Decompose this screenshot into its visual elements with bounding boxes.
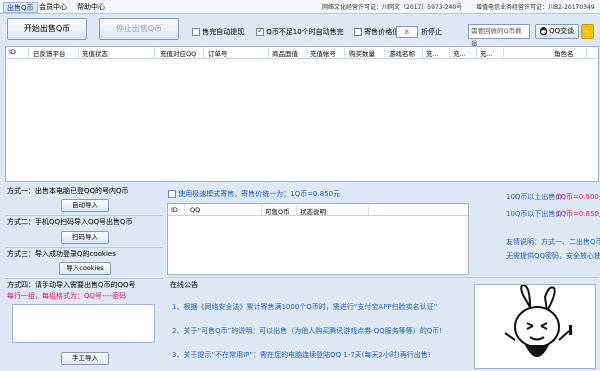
col-truncated-3[interactable]: 充...	[480, 48, 493, 58]
manual-import-button[interactable]: 手工导入	[61, 352, 109, 365]
discount-input[interactable]: 8	[396, 26, 418, 38]
tip-line-2: 无需提供QQ密码，安全放心使用	[506, 252, 600, 260]
col-feedback-platform[interactable]: 已反馈平台	[33, 48, 66, 58]
col-id[interactable]: ID	[9, 48, 16, 56]
discount-suffix: 折停止	[421, 28, 442, 36]
auto-withdraw-option[interactable]: 售完自动提现	[192, 27, 244, 37]
rabbit-mascot-icon	[504, 285, 572, 357]
acct-col-qq[interactable]: QQ	[190, 206, 200, 214]
fast-mode-option[interactable]: 使用极速模式寄售，寄售价统一为：1Q币=0.850元	[168, 189, 340, 199]
col-order-number[interactable]: 订单号	[208, 48, 228, 58]
auto-import-button[interactable]: 自动导入	[61, 199, 109, 212]
price-below-checkbox[interactable]	[354, 28, 362, 36]
notice-panel: 在线公告 1、根据《网络安全法》累计寄售满1000个Q币时，需进行“支付宝APP…	[167, 279, 469, 370]
col-recharge-account[interactable]: 充值帐号	[310, 48, 336, 58]
mascot-image	[474, 284, 596, 369]
order-table: ID 已反馈平台 充值状态 充值对应QQ 订单号 商品面值 充值帐号 购买数量 …	[5, 46, 599, 182]
method-2-title: 方式二：手机QQ扫码导入QQ号出售Q币	[7, 218, 133, 226]
telecom-license: 增值电信业务经营许可证：川B2-20170349	[476, 4, 595, 11]
price-panel: 10Q币以上出售价： 1Q币=0.900元 10Q币以下出售价： 1Q币=0.8…	[472, 184, 600, 276]
auto-complete-checkbox[interactable]	[256, 26, 264, 36]
notice-line-1: 1、根据《网络安全法》累计寄售满1000个Q币时，需进行“支付宝APP扫脸实名认…	[172, 303, 438, 311]
notice-title: 在线公告	[170, 281, 198, 289]
col-truncated-2[interactable]: 充...	[453, 48, 466, 58]
menu-item-help-center[interactable]: 帮助中心	[74, 2, 108, 13]
net-culture-license: 网络文化经营许可证：川网文（2017）5973-240号	[322, 4, 463, 11]
col-recharge-status[interactable]: 充值状态	[82, 48, 108, 58]
qq-chat-button[interactable]: QQ交谈	[535, 24, 579, 39]
method-1-title: 方式一：出售本电脑已登QQ的号内Q币	[7, 187, 129, 195]
account-table: ID QQ 可售Q币 状态说明	[167, 203, 469, 275]
scan-import-button[interactable]: 扫码导入	[61, 231, 109, 244]
import-cookies-button[interactable]: 导入cookies	[59, 262, 111, 275]
acct-col-id[interactable]: ID	[171, 206, 178, 214]
col-truncated-1[interactable]: 充...	[426, 48, 439, 58]
method-3-title: 方式三：导入成功登录Q的cookies	[7, 250, 116, 258]
recycle-amount-input[interactable]: 需要回收的Q币数量	[468, 24, 530, 48]
price-above-value: 1Q币=0.900元	[556, 193, 600, 201]
fast-mode-checkbox[interactable]	[168, 190, 176, 198]
account-table-header: ID QQ 可售Q币 状态说明	[168, 204, 468, 216]
method-4-title: 方式四：请手动导入需要出售Q币的QQ号	[7, 281, 136, 289]
stop-selling-button[interactable]: 停止出售Q币	[99, 18, 179, 40]
menu-item-sell-qb[interactable]: 出售Q币	[3, 2, 38, 13]
tip-line-1: 友情说明：方式一、二出售Q币	[506, 238, 600, 246]
acct-col-status[interactable]: 状态说明	[300, 206, 326, 216]
import-methods-panel: 方式一：出售本电脑已登QQ的号内Q币 自动导入 方式二：手机QQ扫码导入QQ号出…	[5, 184, 163, 370]
qq-chat-label: QQ交谈	[549, 27, 575, 35]
auto-complete-option[interactable]: Q币不足10个时自动售完	[256, 26, 344, 37]
col-quantity[interactable]: 购买数量	[349, 48, 375, 58]
notice-line-2: 2、关于“可售Q币”的说明：可以出售（为他人购买腾讯游戏点券-QQ服务等等）的Q…	[172, 327, 443, 335]
auto-withdraw-checkbox[interactable]	[192, 28, 200, 36]
collapse-dropdown-button[interactable]: ⌄	[581, 24, 594, 39]
col-role-name[interactable]: 角色名	[554, 48, 574, 58]
price-below-value: 1Q币=0.850元	[556, 210, 600, 218]
auto-complete-label: Q币不足10个时自动售完	[266, 28, 344, 36]
manual-accounts-textarea[interactable]	[12, 304, 155, 343]
qq-penguin-icon	[539, 27, 547, 35]
menu-bar: 出售Q币 会员中心 帮助中心 网络文化经营许可证：川网文（2017）5973-2…	[0, 0, 600, 14]
auto-withdraw-label: 售完自动提现	[202, 28, 245, 36]
acct-col-sellable[interactable]: 可售Q币	[265, 206, 290, 216]
menu-item-member-center[interactable]: 会员中心	[36, 2, 70, 13]
start-selling-button[interactable]: 开始出售Q币	[7, 18, 87, 40]
col-game-name[interactable]: 游戏名称	[389, 48, 415, 58]
notice-line-3: 3、关于提示“不在常用IP”：需在您的电脑连续登陆QQ 1-7天(每天2小时)再…	[172, 351, 431, 359]
order-table-header: ID 已反馈平台 充值状态 充值对应QQ 订单号 商品面值 充值帐号 购买数量 …	[6, 47, 598, 59]
method-4-hint: 每行一组，每组格式为：QQ号----密码	[7, 292, 127, 300]
col-face-value[interactable]: 商品面值	[272, 48, 298, 58]
chevron-down-icon: ⌄	[583, 26, 592, 36]
fast-mode-label: 使用极速模式寄售，寄售价统一为：1Q币=0.850元	[178, 190, 341, 198]
col-recharge-qq[interactable]: 充值对应QQ	[160, 48, 196, 58]
